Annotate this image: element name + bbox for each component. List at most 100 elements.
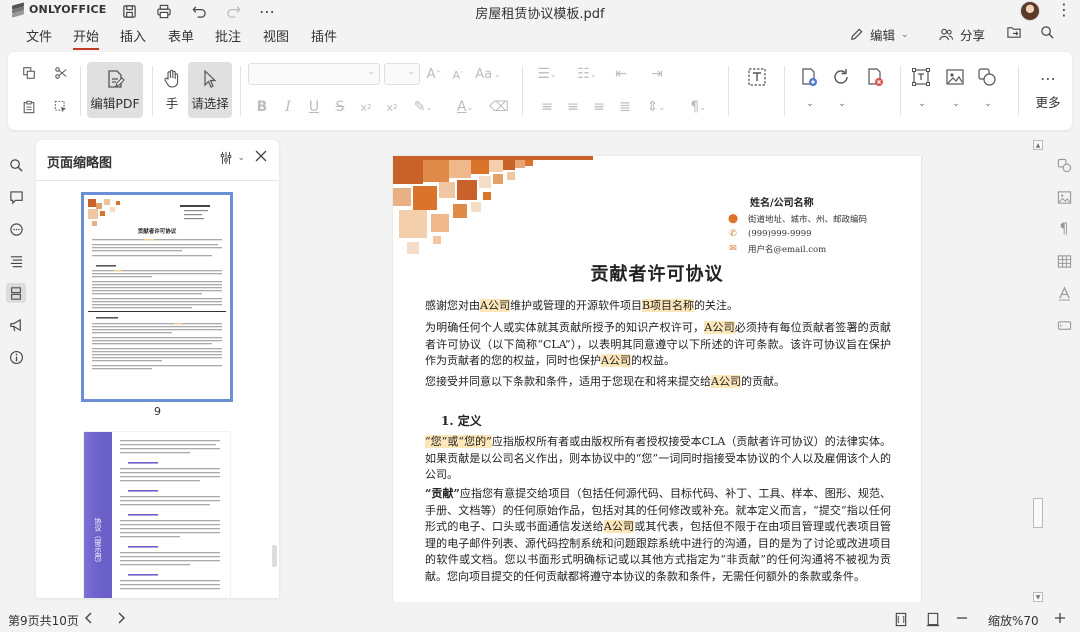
title-more-icon[interactable]: ⋮: [1056, 0, 1072, 19]
subscript-icon[interactable]: x2: [384, 98, 400, 116]
edit-pdf-button[interactable]: 编辑PDF: [87, 62, 143, 118]
menu-file[interactable]: 文件: [26, 26, 52, 45]
page-indicator[interactable]: 第9页共10页: [8, 612, 79, 629]
clear-format-icon[interactable]: ⌫: [489, 98, 509, 116]
more-dots-icon[interactable]: ⋯: [258, 2, 276, 21]
font-name-select[interactable]: ⌄: [248, 63, 380, 85]
zoom-out-icon[interactable]: [956, 612, 968, 624]
cut-icon[interactable]: [52, 64, 70, 82]
table-settings-icon[interactable]: [1054, 251, 1074, 271]
user-avatar[interactable]: [1020, 1, 1040, 21]
headings-icon[interactable]: [6, 251, 26, 271]
info-icon[interactable]: [6, 347, 26, 367]
text-art-settings-icon[interactable]: [1054, 283, 1074, 303]
close-icon[interactable]: [255, 150, 267, 166]
increase-font-icon[interactable]: A ^: [426, 65, 442, 83]
increase-indent-icon[interactable]: ⇥: [648, 65, 666, 83]
bullet-list-icon[interactable]: ☰ ⌄: [532, 65, 562, 83]
onlyoffice-logo-icon: [12, 1, 24, 18]
scroll-up-icon[interactable]: ▲: [1033, 140, 1043, 150]
insert-textbox-icon[interactable]: [910, 66, 932, 88]
chevron-down-icon[interactable]: ⌄: [950, 98, 962, 110]
chat-icon[interactable]: [6, 219, 26, 239]
bold-icon[interactable]: B: [254, 98, 270, 116]
highlight-color-icon[interactable]: ✎ ⌄: [410, 98, 436, 116]
select-tool-button[interactable]: 请选择: [188, 62, 232, 118]
more-button[interactable]: ⋯ 更多: [1028, 62, 1068, 118]
feedback-icon[interactable]: [6, 315, 26, 335]
page-thumbnails-icon[interactable]: [6, 283, 26, 303]
change-case-icon[interactable]: Aa ⌄: [474, 65, 502, 83]
image-settings-icon[interactable]: [1054, 187, 1074, 207]
scroll-down-icon[interactable]: ▼: [1033, 592, 1043, 602]
page-thumbnail-10[interactable]: 协议（提示用）: [84, 432, 230, 598]
redo-icon[interactable]: [224, 2, 242, 20]
decrease-indent-icon[interactable]: ⇤: [612, 65, 630, 83]
fit-width-icon[interactable]: [926, 612, 940, 627]
thumb1-title: 贡献者许可协议: [138, 227, 177, 235]
justify-icon[interactable]: ≣: [616, 98, 634, 116]
undo-icon[interactable]: [190, 2, 208, 20]
form-settings-icon[interactable]: [1054, 315, 1074, 335]
align-center-icon[interactable]: ≡: [564, 98, 582, 116]
superscript-icon[interactable]: x2: [358, 98, 374, 116]
zoom-level[interactable]: 缩放%70: [988, 612, 1039, 629]
p5-highlight: A公司: [603, 520, 635, 533]
hand-tool-button[interactable]: 手: [158, 62, 186, 118]
scroll-thumb[interactable]: [1033, 498, 1043, 528]
strikethrough-icon[interactable]: S: [332, 98, 348, 116]
menu-home[interactable]: 开始: [73, 26, 100, 50]
paragraph-settings-icon[interactable]: ¶: [1054, 219, 1074, 239]
select-all-icon[interactable]: [52, 98, 70, 116]
chevron-down-icon[interactable]: ⌄: [836, 98, 848, 110]
share-button[interactable]: 分享: [938, 25, 985, 44]
next-page-icon[interactable]: [116, 612, 126, 624]
menu-insert[interactable]: 插入: [120, 26, 146, 45]
chevron-down-icon[interactable]: ⌄: [804, 98, 816, 110]
edit-mode-button[interactable]: 编辑 ⌄: [849, 25, 909, 44]
align-right-icon[interactable]: ≡: [590, 98, 608, 116]
fit-page-icon[interactable]: [894, 612, 908, 627]
insert-shape-icon[interactable]: [976, 66, 998, 88]
copy-icon[interactable]: [20, 64, 38, 82]
print-icon[interactable]: [155, 2, 173, 20]
align-left-icon[interactable]: ≡: [538, 98, 556, 116]
font-size-select[interactable]: ⌄: [384, 63, 420, 85]
chevron-down-icon[interactable]: ⌄: [982, 98, 994, 110]
menu-forms[interactable]: 表单: [168, 26, 194, 45]
decrease-font-icon[interactable]: Aˇ: [450, 66, 466, 84]
document-scrollbar[interactable]: ▲ ▼: [1032, 140, 1044, 602]
paragraph-mark-icon[interactable]: ¶ ⌄: [684, 98, 712, 116]
underline-icon[interactable]: U: [306, 98, 322, 116]
save-icon[interactable]: [120, 2, 138, 20]
search-icon[interactable]: [6, 155, 26, 175]
document-title-heading: 贡献者许可协议: [590, 264, 724, 285]
menu-plugins[interactable]: 插件: [311, 26, 337, 45]
shape-settings-icon[interactable]: [1054, 155, 1074, 175]
chevron-down-icon: ⌄: [901, 29, 909, 40]
search-icon[interactable]: [1040, 25, 1055, 40]
prev-page-icon[interactable]: [84, 612, 94, 624]
thumbnail-settings-icon[interactable]: ⌄: [219, 151, 245, 165]
more-label: 更多: [1035, 95, 1061, 110]
hand-tool-label: 手: [165, 95, 179, 111]
rotate-page-icon[interactable]: [830, 66, 852, 88]
text-box-icon[interactable]: [746, 66, 768, 88]
delete-page-icon[interactable]: [864, 66, 886, 88]
page-thumbnail-9[interactable]: 贡献者许可协议: [81, 192, 233, 402]
numbered-list-icon[interactable]: ☷ ⌄: [572, 65, 602, 83]
insert-image-icon[interactable]: [944, 66, 966, 88]
zoom-in-icon[interactable]: [1054, 612, 1066, 624]
font-color-icon[interactable]: A ⌄: [452, 98, 478, 116]
comments-icon[interactable]: [6, 187, 26, 207]
chevron-down-icon[interactable]: ⌄: [916, 98, 928, 110]
add-page-icon[interactable]: [798, 66, 820, 88]
thumbnails-scrollbar[interactable]: [272, 545, 277, 567]
menu-view[interactable]: 视图: [263, 26, 289, 45]
menu-comments[interactable]: 批注: [215, 26, 241, 45]
paste-icon[interactable]: [20, 98, 38, 116]
status-bar: 第9页共10页 缩放%70: [0, 606, 1080, 632]
italic-icon[interactable]: I: [280, 98, 296, 116]
open-location-icon[interactable]: [1006, 25, 1022, 40]
line-spacing-icon[interactable]: ⇕ ⌄: [642, 98, 670, 116]
